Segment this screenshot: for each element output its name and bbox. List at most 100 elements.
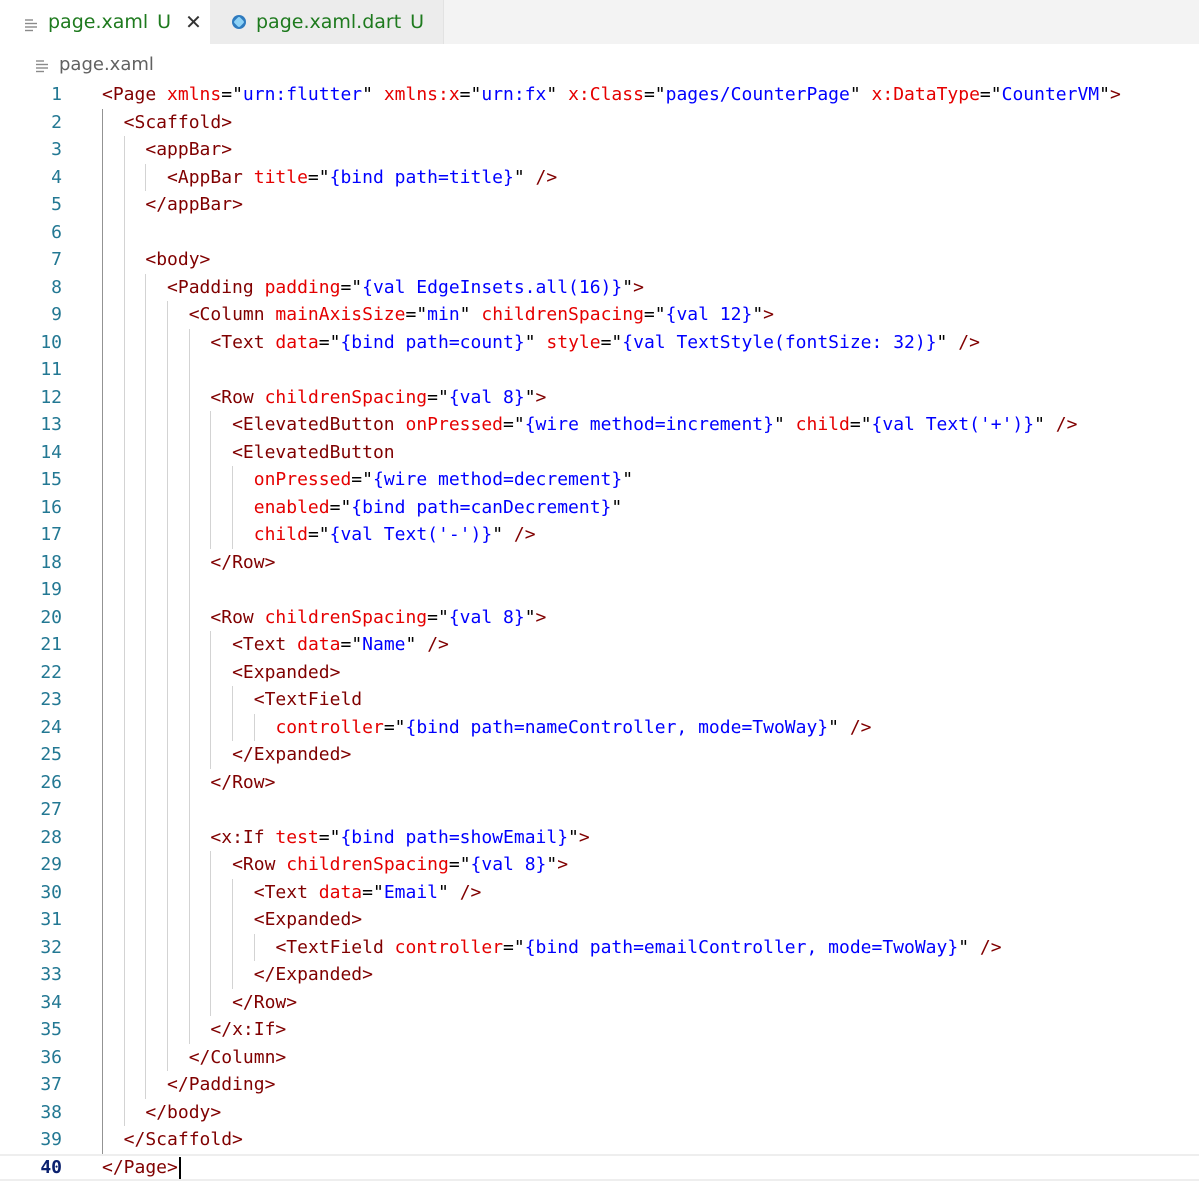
code-line[interactable]: 7 <body> [0,246,1199,274]
code-line[interactable]: 32 <TextField controller="{bind path=emai… [0,934,1199,962]
line-number: 32 [40,936,62,958]
code-line[interactable]: 10 <Text data="{bind path=count}" style="… [0,329,1199,357]
line-text: <appBar> [145,139,233,160]
code-line[interactable]: 16 enabled="{bind path=canDecrement}" [0,494,1199,522]
line-number: 22 [40,661,62,683]
code-line[interactable]: 25 </Expanded> [0,741,1199,769]
line-number: 11 [40,359,62,380]
code-line[interactable]: 6 [0,219,1199,247]
line-number: 1 [51,84,62,105]
line-number: 21 [40,634,62,655]
code-line[interactable]: 24 controller="{bind path=nameController,… [0,714,1199,742]
code-line[interactable]: 35 </x:If> [0,1016,1199,1044]
code-line[interactable]: 19 [0,576,1199,604]
line-number: 27 [40,799,62,820]
code-line[interactable]: 21 <Text data="Name" /> [0,631,1199,659]
line-text: controller="{bind path=nameController, m… [275,716,872,738]
close-icon[interactable]: ✕ [185,10,202,34]
line-number: 20 [40,606,62,628]
line-text: </Row> [232,991,298,1013]
xml-file-icon [24,15,38,32]
line-text: <Row childrenSpacing="{val 8}"> [210,386,547,408]
code-line[interactable]: 36 </Column> [0,1044,1199,1072]
tab-bar: page.xaml U ✕ page.xaml.dart U [0,0,1199,44]
line-number: 19 [40,579,62,600]
code-line[interactable]: 14 <ElevatedButton [0,439,1199,467]
code-line[interactable]: 11 [0,356,1199,384]
code-line[interactable]: 31 <Expanded> [0,906,1199,934]
untracked-badge: U [157,11,172,33]
line-text: </Expanded> [253,964,373,985]
code-line[interactable]: 28 <x:If test="{bind path=showEmail}"> [0,824,1199,852]
code-line[interactable]: 13 <ElevatedButton onPressed="{wire metho… [0,411,1199,439]
line-text: </x:If> [210,1019,287,1040]
code-line[interactable]: 5 </appBar> [0,191,1199,219]
line-text: <Padding padding="{val EdgeInsets.all(16… [167,276,644,298]
line-text: enabled="{bind path=canDecrement}" [253,496,623,518]
line-text: </body> [145,1101,222,1123]
code-line[interactable]: 3 <appBar> [0,136,1199,164]
code-editor[interactable]: 1 <Page xmlns="urn:flutter" xmlns:x="urn:… [0,81,1199,1185]
line-number: 5 [51,194,62,215]
file-lines-icon [35,57,49,73]
code-line[interactable]: 39 </Scaffold> [0,1126,1199,1154]
line-number: 40 [40,1156,62,1178]
code-line[interactable]: 38 </body> [0,1099,1199,1127]
line-number: 38 [40,1101,62,1123]
breadcrumb-item[interactable]: page.xaml [59,54,154,75]
line-text: <Column mainAxisSize="min" childrenSpaci… [188,304,774,325]
line-text: </Scaffold> [123,1129,243,1150]
code-line[interactable]: 23 <TextField [0,686,1199,714]
line-number: 2 [51,111,62,133]
line-text: <TextField controller="{bind path=emailC… [275,936,1002,958]
line-number: 39 [40,1129,62,1150]
line-number: 16 [40,496,62,518]
code-line[interactable]: 30 <Text data="Email" /> [0,879,1199,907]
code-line[interactable]: 27 [0,796,1199,824]
code-line[interactable]: 40 </Page> [0,1153,1199,1181]
line-text: <Text data="Email" /> [253,881,482,903]
code-line[interactable]: 22 <Expanded> [0,659,1199,687]
code-line[interactable]: 17 child="{val Text('-')}" /> [0,521,1199,549]
line-text: </Padding> [167,1074,276,1095]
code-line[interactable]: 29 <Row childrenSpacing="{val 8}"> [0,851,1199,879]
code-line[interactable]: 15 onPressed="{wire method=decrement}" [0,466,1199,494]
line-text: <TextField [253,689,363,710]
code-line[interactable]: 12 <Row childrenSpacing="{val 8}"> [0,384,1199,412]
line-text: </Page> [102,1156,178,1178]
code-line[interactable]: 33 </Expanded> [0,961,1199,989]
line-number: 12 [40,386,62,408]
tab-filename: page.xaml [48,11,149,33]
line-number: 28 [40,826,62,848]
line-number: 7 [51,249,62,270]
line-text: <Row childrenSpacing="{val 8}"> [232,854,569,875]
line-text: <Row childrenSpacing="{val 8}"> [210,606,547,628]
line-text: <AppBar title="{bind path=title}" /> [167,166,558,188]
line-number: 26 [40,771,62,793]
code-line[interactable]: 8 <Padding padding="{val EdgeInsets.all(1… [0,274,1199,302]
code-line[interactable]: 9 <Column mainAxisSize="min" childrenSpac… [0,301,1199,329]
code-line[interactable]: 4 <AppBar title="{bind path=title}" /> [0,164,1199,192]
line-text: </Expanded> [232,744,352,765]
line-number: 9 [51,304,62,325]
code-line[interactable]: 2 <Scaffold> [0,109,1199,137]
tab-page-xaml[interactable]: page.xaml U ✕ [0,0,210,44]
line-number: 3 [51,139,62,160]
line-number: 36 [40,1046,62,1068]
line-number: 30 [40,881,62,903]
line-text: <Text data="Name" /> [232,634,449,655]
code-line[interactable]: 18 </Row> [0,549,1199,577]
line-text: <Page xmlns="urn:flutter" xmlns:x="urn:f… [102,84,1121,105]
line-text: </Column> [188,1046,287,1068]
code-line[interactable]: 26 </Row> [0,769,1199,797]
line-text: <ElevatedButton [232,441,395,463]
line-number: 29 [40,854,62,875]
line-number: 31 [40,909,62,930]
line-number: 17 [40,524,62,545]
code-line[interactable]: 20 <Row childrenSpacing="{val 8}"> [0,604,1199,632]
tab-page-xaml-dart[interactable]: page.xaml.dart U [210,0,444,44]
code-line[interactable]: 37 </Padding> [0,1071,1199,1099]
code-line[interactable]: 34 </Row> [0,989,1199,1017]
code-line[interactable]: 1 <Page xmlns="urn:flutter" xmlns:x="urn:… [0,81,1199,109]
line-number: 23 [40,689,62,710]
